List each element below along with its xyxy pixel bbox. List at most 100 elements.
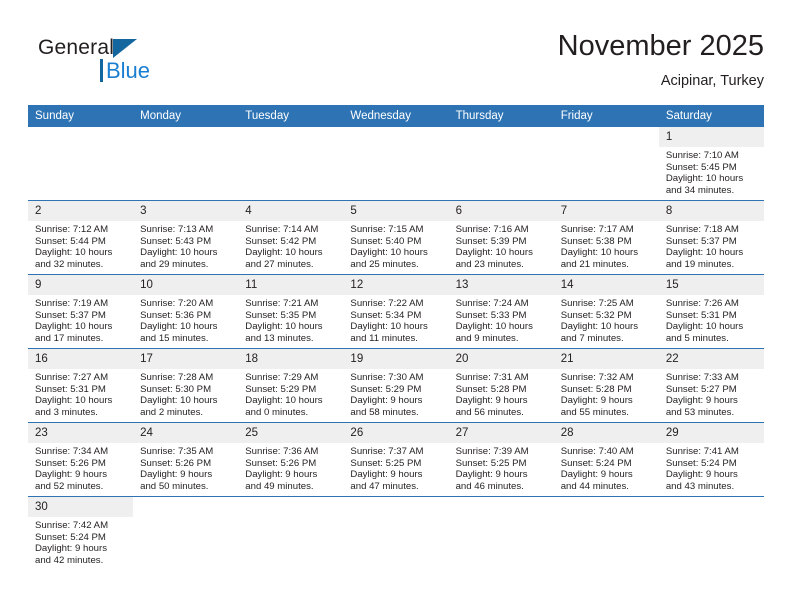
daylight-duration-line1: Daylight: 9 hours bbox=[455, 395, 528, 407]
calendar-day-cell[interactable]: 2 Sunrise: 7:12 AM Sunset: 5:44 PM Daylight… bbox=[28, 200, 134, 275]
calendar-day-cell[interactable]: 30 Sunrise: 7:42 AM Sunset: 5:24 PM Dayligh… bbox=[28, 496, 134, 570]
day-number bbox=[554, 497, 659, 517]
day-number bbox=[238, 127, 343, 147]
calendar-day-cell[interactable]: 25 Sunrise: 7:36 AM Sunset: 5:26 PM Dayligh… bbox=[238, 422, 344, 497]
sunrise-time: Sunrise: 7:36 AM bbox=[245, 446, 319, 457]
calendar-day-cell[interactable]: 20 Sunrise: 7:31 AM Sunset: 5:28 PM Dayligh… bbox=[448, 348, 554, 423]
day-number bbox=[449, 497, 554, 517]
daylight-duration-line2: and 0 minutes. bbox=[245, 406, 309, 418]
calendar-day-cell[interactable]: 3 Sunrise: 7:13 AM Sunset: 5:43 PM Daylight… bbox=[133, 200, 239, 275]
calendar-day-cell[interactable]: 12 Sunrise: 7:22 AM Sunset: 5:34 PM Dayligh… bbox=[343, 274, 449, 349]
daylight-duration-line2: and 2 minutes. bbox=[140, 406, 204, 418]
day-number: 3 bbox=[133, 201, 239, 221]
calendar-day-cell[interactable]: 15 Sunrise: 7:26 AM Sunset: 5:31 PM Dayligh… bbox=[658, 274, 764, 349]
calendar-day-cell[interactable]: 24 Sunrise: 7:35 AM Sunset: 5:26 PM Dayligh… bbox=[133, 422, 239, 497]
sunrise-time: Sunrise: 7:37 AM bbox=[350, 446, 424, 457]
day-number: 17 bbox=[133, 349, 239, 369]
calendar-day-cell[interactable]: 22 Sunrise: 7:33 AM Sunset: 5:27 PM Dayligh… bbox=[658, 348, 764, 423]
daylight-duration-line2: and 13 minutes. bbox=[245, 332, 314, 344]
day-details: Sunrise: 7:40 AM Sunset: 5:24 PM Daylight:… bbox=[554, 443, 659, 492]
calendar-day-cell[interactable]: 5 Sunrise: 7:15 AM Sunset: 5:40 PM Daylight… bbox=[343, 200, 449, 275]
calendar-day-cell[interactable]: 13 Sunrise: 7:24 AM Sunset: 5:33 PM Dayligh… bbox=[448, 274, 554, 349]
day-number: 25 bbox=[238, 423, 344, 443]
day-number bbox=[659, 497, 764, 517]
daylight-duration-line1: Daylight: 10 hours bbox=[35, 247, 113, 259]
calendar-day-cell[interactable]: 8 Sunrise: 7:18 AM Sunset: 5:37 PM Daylight… bbox=[658, 200, 764, 275]
daylight-duration-line1: Daylight: 9 hours bbox=[350, 469, 423, 481]
daylight-duration-line1: Daylight: 10 hours bbox=[665, 247, 744, 259]
day-number bbox=[238, 497, 343, 517]
page-title: November 2025 bbox=[557, 30, 764, 62]
calendar-day-cell[interactable]: 14 Sunrise: 7:25 AM Sunset: 5:32 PM Dayligh… bbox=[553, 274, 659, 349]
day-number: 26 bbox=[343, 423, 449, 443]
sunrise-time: Sunrise: 7:20 AM bbox=[140, 298, 214, 309]
day-details: Sunrise: 7:37 AM Sunset: 5:25 PM Daylight:… bbox=[343, 443, 448, 492]
calendar-day-cell-empty bbox=[553, 127, 659, 201]
calendar-day-cell-empty bbox=[658, 496, 764, 570]
calendar-day-cell[interactable]: 4 Sunrise: 7:14 AM Sunset: 5:42 PM Daylight… bbox=[238, 200, 344, 275]
daylight-duration-line1: Daylight: 10 hours bbox=[35, 395, 113, 407]
general-blue-logo[interactable]: General Blue bbox=[38, 36, 208, 92]
daylight-duration-line1: Daylight: 10 hours bbox=[350, 247, 428, 259]
sunrise-time: Sunrise: 7:32 AM bbox=[560, 372, 634, 383]
calendar-day-cell-empty bbox=[28, 127, 134, 201]
calendar-day-cell[interactable]: 11 Sunrise: 7:21 AM Sunset: 5:35 PM Dayligh… bbox=[238, 274, 344, 349]
daylight-duration-line2: and 43 minutes. bbox=[665, 480, 735, 492]
sunset-time: Sunset: 5:30 PM bbox=[140, 383, 212, 395]
logo-bar-icon bbox=[100, 59, 103, 82]
sunrise-time: Sunrise: 7:13 AM bbox=[140, 224, 214, 235]
calendar-day-cell[interactable]: 28 Sunrise: 7:40 AM Sunset: 5:24 PM Dayligh… bbox=[553, 422, 659, 497]
calendar-day-cell[interactable]: 21 Sunrise: 7:32 AM Sunset: 5:28 PM Dayligh… bbox=[553, 348, 659, 423]
day-details: Sunrise: 7:13 AM Sunset: 5:43 PM Daylight:… bbox=[133, 221, 238, 270]
calendar-page: General Blue November 2025 Acipinar, Tur… bbox=[0, 0, 792, 612]
calendar-day-cell[interactable]: 27 Sunrise: 7:39 AM Sunset: 5:25 PM Dayligh… bbox=[448, 422, 554, 497]
day-number: 7 bbox=[553, 201, 659, 221]
daylight-duration-line1: Daylight: 10 hours bbox=[455, 247, 533, 259]
sunrise-time: Sunrise: 7:28 AM bbox=[140, 372, 214, 383]
calendar-day-cell-empty bbox=[448, 127, 554, 201]
daylight-duration-line1: Daylight: 10 hours bbox=[35, 321, 113, 333]
sunset-time: Sunset: 5:37 PM bbox=[665, 235, 737, 247]
sunrise-time: Sunrise: 7:39 AM bbox=[455, 446, 529, 457]
day-details: Sunrise: 7:27 AM Sunset: 5:31 PM Daylight:… bbox=[28, 369, 133, 418]
calendar-day-cell[interactable]: 18 Sunrise: 7:29 AM Sunset: 5:29 PM Dayligh… bbox=[238, 348, 344, 423]
sunset-time: Sunset: 5:29 PM bbox=[350, 383, 422, 395]
weekday-header-thursday: Thursday bbox=[448, 105, 554, 127]
day-details: Sunrise: 7:17 AM Sunset: 5:38 PM Daylight:… bbox=[554, 221, 659, 270]
calendar-day-cell[interactable]: 1 Sunrise: 7:10 AM Sunset: 5:45 PM Daylight… bbox=[658, 127, 764, 201]
calendar-day-cell[interactable]: 29 Sunrise: 7:41 AM Sunset: 5:24 PM Dayligh… bbox=[658, 422, 764, 497]
day-details: Sunrise: 7:35 AM Sunset: 5:26 PM Daylight:… bbox=[133, 443, 238, 492]
calendar-day-cell[interactable]: 26 Sunrise: 7:37 AM Sunset: 5:25 PM Dayligh… bbox=[343, 422, 449, 497]
day-details: Sunrise: 7:30 AM Sunset: 5:29 PM Daylight:… bbox=[343, 369, 448, 418]
day-number: 28 bbox=[553, 423, 659, 443]
calendar-day-cell[interactable]: 19 Sunrise: 7:30 AM Sunset: 5:29 PM Dayligh… bbox=[343, 348, 449, 423]
calendar-day-cell[interactable]: 23 Sunrise: 7:34 AM Sunset: 5:26 PM Dayligh… bbox=[28, 422, 134, 497]
day-number: 24 bbox=[133, 423, 239, 443]
calendar-day-cell[interactable]: 7 Sunrise: 7:17 AM Sunset: 5:38 PM Daylight… bbox=[553, 200, 659, 275]
calendar-day-cell[interactable]: 17 Sunrise: 7:28 AM Sunset: 5:30 PM Dayligh… bbox=[133, 348, 239, 423]
day-number: 22 bbox=[658, 349, 764, 369]
daylight-duration-line1: Daylight: 9 hours bbox=[455, 469, 528, 481]
sunset-time: Sunset: 5:28 PM bbox=[560, 383, 632, 395]
day-details: Sunrise: 7:21 AM Sunset: 5:35 PM Daylight:… bbox=[238, 295, 343, 344]
sunrise-time: Sunrise: 7:26 AM bbox=[665, 298, 739, 309]
calendar-week-row: 16 Sunrise: 7:27 AM Sunset: 5:31 PM Dayligh… bbox=[28, 348, 764, 423]
day-details: Sunrise: 7:10 AM Sunset: 5:45 PM Daylight:… bbox=[659, 147, 764, 196]
calendar-day-cell[interactable]: 16 Sunrise: 7:27 AM Sunset: 5:31 PM Dayligh… bbox=[28, 348, 134, 423]
day-details: Sunrise: 7:24 AM Sunset: 5:33 PM Daylight:… bbox=[449, 295, 554, 344]
daylight-duration-line1: Daylight: 10 hours bbox=[350, 321, 428, 333]
weekday-header-tuesday: Tuesday bbox=[238, 105, 344, 127]
calendar-week-row: 30 Sunrise: 7:42 AM Sunset: 5:24 PM Dayligh… bbox=[28, 496, 764, 570]
day-details: Sunrise: 7:42 AM Sunset: 5:24 PM Daylight:… bbox=[28, 517, 133, 566]
weekday-header-monday: Monday bbox=[133, 105, 239, 127]
calendar-day-cell[interactable]: 10 Sunrise: 7:20 AM Sunset: 5:36 PM Dayligh… bbox=[133, 274, 239, 349]
calendar-day-cell[interactable]: 6 Sunrise: 7:16 AM Sunset: 5:39 PM Daylight… bbox=[448, 200, 554, 275]
calendar-day-cell-empty bbox=[238, 496, 344, 570]
daylight-duration-line2: and 53 minutes. bbox=[665, 406, 735, 418]
location-subtitle: Acipinar, Turkey bbox=[660, 73, 764, 89]
day-number: 27 bbox=[448, 423, 554, 443]
daylight-duration-line2: and 9 minutes. bbox=[455, 332, 519, 344]
day-details: Sunrise: 7:14 AM Sunset: 5:42 PM Daylight:… bbox=[238, 221, 343, 270]
sunset-time: Sunset: 5:24 PM bbox=[35, 531, 106, 543]
calendar-day-cell[interactable]: 9 Sunrise: 7:19 AM Sunset: 5:37 PM Daylight… bbox=[28, 274, 134, 349]
